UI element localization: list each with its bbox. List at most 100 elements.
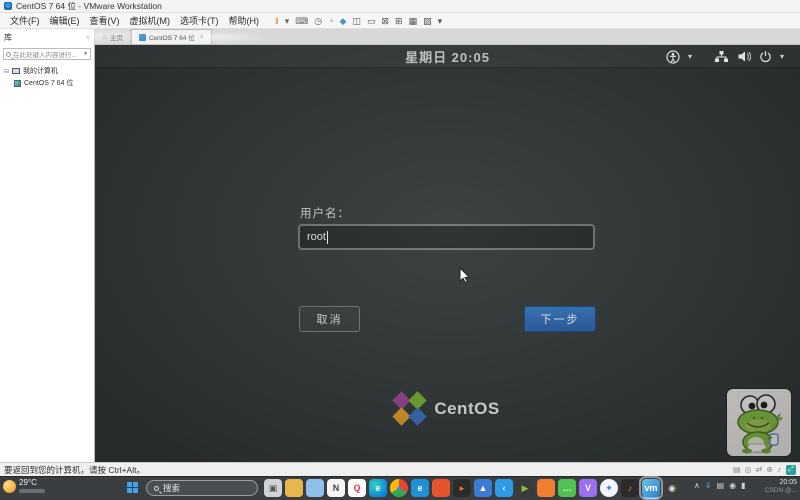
network-adapter-icon[interactable]: ⇄ <box>756 465 763 474</box>
vmware-app-icon: ◇ <box>4 2 12 10</box>
accessibility-caret-icon[interactable]: ▾ <box>688 52 692 61</box>
centos-pinwheel-icon <box>395 394 425 424</box>
taskbar-app-desktop[interactable]: ▣ <box>264 479 282 497</box>
power-icon[interactable] <box>759 50 772 63</box>
weather-subtext <box>19 489 45 493</box>
show-library-icon[interactable]: ◫ <box>352 15 361 27</box>
tab-home[interactable]: ⌂ 主页 <box>95 29 131 44</box>
taskbar-app-music[interactable]: ♪ <box>621 479 639 497</box>
next-button[interactable]: 下一步 <box>524 306 596 332</box>
taskbar-app-image-viewer[interactable]: ▲ <box>474 479 492 497</box>
centos-logo: CentOS <box>95 394 800 424</box>
weather-widget[interactable]: 29°C <box>3 479 45 493</box>
taskbar-app-notepad[interactable]: N <box>327 479 345 497</box>
taskbar-search[interactable]: 搜索 <box>146 480 258 496</box>
tray-download-icon[interactable]: ⇓ <box>705 481 712 490</box>
system-tray: ∧ ⇓ ▤ ◉ ▮ <box>694 481 746 490</box>
tree-item-centos-vm[interactable]: CentOS 7 64 位 <box>0 77 94 89</box>
library-title: 库 <box>4 32 12 43</box>
gdm-top-bar: 星期日 20:05 ▾ <box>95 45 800 68</box>
menu-vm[interactable]: 虚拟机(M) <box>125 15 176 27</box>
tree-item-my-computer[interactable]: ⊟ 我的计算机 <box>0 65 94 77</box>
sound-device-icon[interactable]: ♪ <box>777 465 781 474</box>
tray-network-icon[interactable]: ◉ <box>729 481 736 490</box>
tray-display-icon[interactable]: ▤ <box>717 481 725 490</box>
library-header: 库 × <box>0 29 95 45</box>
menu-file[interactable]: 文件(F) <box>5 15 45 27</box>
console-view-icon[interactable]: ▭ <box>367 15 376 27</box>
frog-icon <box>730 392 788 454</box>
taskbar-app-recorder[interactable]: ◉ <box>663 479 681 497</box>
search-icon <box>6 52 11 57</box>
menu-bar: 文件(F)编辑(E)查看(V)虚拟机(M)选项卡(T)帮助(H) ‖ ▾ ⌨ ◷ ◔ ◆ ◫… <box>0 13 800 29</box>
tree-expander-icon[interactable]: ⊟ <box>4 68 9 75</box>
taskbar-clock[interactable]: 20:05 CSDN @... <box>765 478 797 495</box>
show-console-icon[interactable]: ▦ <box>409 15 418 27</box>
take-snapshot-icon[interactable]: ◷ <box>314 15 322 27</box>
taskbar-app-green-chat[interactable]: … <box>558 479 576 497</box>
weather-sun-icon <box>3 480 16 493</box>
cd-dvd-icon[interactable]: ◎ <box>745 465 752 474</box>
taskbar-app-terminal[interactable]: ▸ <box>453 479 471 497</box>
taskbar-app-vscode[interactable]: ‹ <box>495 479 513 497</box>
taskbar-search-label: 搜索 <box>163 482 180 494</box>
frog-mascot-image <box>727 389 791 456</box>
library-close-icon[interactable]: × <box>85 33 90 42</box>
screen: ◇ CentOS 7 64 位 - VMware Workstation 文件(… <box>0 0 800 500</box>
suspend-menu-caret-icon[interactable]: ▾ <box>285 15 290 27</box>
taskbar-app-explorer[interactable] <box>285 479 303 497</box>
usb-device-icon[interactable]: ⊕ <box>766 465 773 474</box>
csdn-watermark: CSDN @... <box>765 487 797 495</box>
taskbar-app-chrome[interactable]: ● <box>390 479 408 497</box>
taskbar-app-folder-blue[interactable] <box>306 479 324 497</box>
volume-icon[interactable] <box>737 50 751 63</box>
taskbar-time: 20:05 <box>765 478 797 487</box>
menu-edit[interactable]: 编辑(E) <box>45 15 85 27</box>
tree-item-label: 我的计算机 <box>23 66 58 76</box>
taskbar-app-qq[interactable]: Q <box>348 479 366 497</box>
tab-vm-centos[interactable]: CentOS 7 64 位 × <box>131 29 212 44</box>
revert-snapshot-icon[interactable]: ◔ <box>328 15 333 27</box>
vm-icon <box>14 80 21 87</box>
unity-mode-icon[interactable]: ⊞ <box>395 15 403 27</box>
menu-tab[interactable]: 选项卡(T) <box>175 15 224 27</box>
username-value: root <box>307 231 326 243</box>
start-button[interactable] <box>127 482 139 494</box>
menu-view[interactable]: 查看(V) <box>85 15 125 27</box>
suspend-button-icon[interactable]: ‖ <box>275 15 279 27</box>
tray-expand-icon[interactable]: ∧ <box>694 481 700 490</box>
taskbar-app-vmware-workstation[interactable]: vm <box>642 479 660 497</box>
tab-close-icon[interactable]: × <box>200 34 204 41</box>
taskbar-app-flame[interactable] <box>537 479 555 497</box>
taskbar-app-edge[interactable]: e <box>369 479 387 497</box>
cancel-button[interactable]: 取消 <box>299 306 360 332</box>
toolbar: ‖ ▾ ⌨ ◷ ◔ ◆ ◫ ▭ ⊠ ⊞ ▦ ▧ ▾ <box>275 15 442 27</box>
snapshot-manager-icon[interactable]: ◆ <box>340 15 347 27</box>
power-caret-icon[interactable]: ▾ <box>780 52 784 61</box>
search-caret-icon: ▼ <box>83 51 88 57</box>
library-panel: 在此处键入内容进行... ▼ ⊟ 我的计算机 CentOS 7 64 位 <box>0 45 95 462</box>
tab-strip: ⌂ 主页 CentOS 7 64 位 × <box>0 29 800 45</box>
fullscreen-icon[interactable]: ⊠ <box>382 15 390 27</box>
taskbar-app-media-player[interactable]: ▶ <box>516 479 534 497</box>
fullscreen-badge-icon[interactable]: ⤢ <box>786 465 796 475</box>
ctrl-alt-del-icon[interactable]: ⌨ <box>295 15 308 27</box>
capture-screen-icon[interactable]: ▧ <box>423 15 432 27</box>
library-search-box[interactable]: 在此处键入内容进行... ▼ <box>3 48 91 60</box>
hard-disk-icon[interactable]: ▤ <box>733 465 741 474</box>
username-label: 用户名： <box>300 205 350 221</box>
vm-console-screen[interactable]: 星期日 20:05 ▾ <box>95 45 800 462</box>
tray-battery-icon[interactable]: ▮ <box>741 481 745 490</box>
device-status-icons: ▤ ◎ ⇄⊕ ♪ <box>733 465 781 474</box>
username-input[interactable]: root <box>298 224 595 250</box>
taskbar-app-browser-blue[interactable]: e <box>411 479 429 497</box>
computer-icon <box>12 68 20 74</box>
toolbar-more-caret-icon[interactable]: ▾ <box>438 15 443 27</box>
network-icon[interactable] <box>714 50 729 63</box>
weather-temp: 29°C <box>19 478 37 487</box>
accessibility-icon[interactable] <box>666 50 680 64</box>
taskbar-app-v-purple[interactable]: V <box>579 479 597 497</box>
menu-help[interactable]: 帮助(H) <box>224 15 265 27</box>
taskbar-app-circle-star[interactable]: ✦ <box>600 479 618 497</box>
taskbar-app-orange-square[interactable] <box>432 479 450 497</box>
